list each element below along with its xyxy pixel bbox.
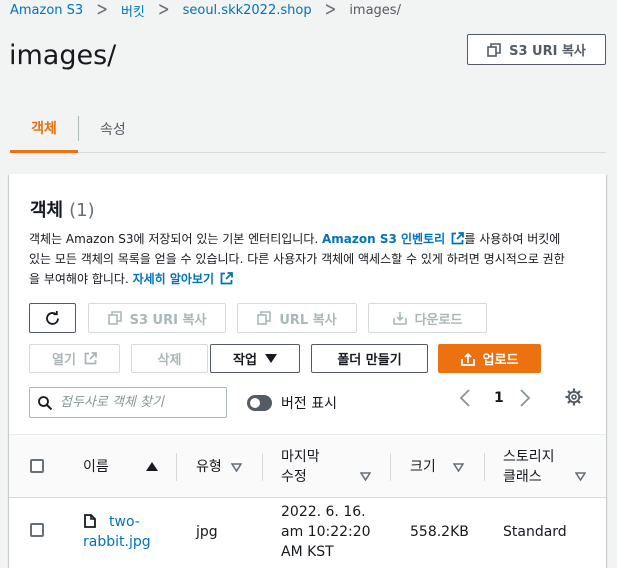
chevron-right-icon[interactable]	[519, 389, 531, 407]
object-last-modified-2: am 10:22:20	[281, 524, 371, 540]
object-last-modified-3: AM KST	[281, 544, 334, 560]
sort-down-icon[interactable]	[360, 472, 371, 481]
column-storage-class[interactable]: 스토리지 클래스	[503, 435, 555, 499]
search-input[interactable]	[60, 395, 215, 410]
refresh-icon	[46, 310, 59, 325]
copy-icon	[107, 311, 122, 325]
copy-s3-uri-button[interactable]: S3 URI 복사	[88, 303, 226, 333]
tab-bar: 객체 속성	[10, 106, 606, 153]
external-link-icon	[220, 272, 234, 285]
object-last-modified-1: 2022. 6. 16.	[281, 504, 366, 520]
copy-url-button[interactable]: URL 복사	[237, 303, 357, 333]
copy-s3-uri-header-button[interactable]: S3 URI 복사	[467, 34, 606, 65]
column-last-modified-label-1: 마지막	[281, 449, 320, 465]
chevron-right-icon: >	[96, 0, 108, 22]
download-label: 다운로드	[414, 312, 463, 328]
sort-down-icon[interactable]	[575, 472, 586, 481]
copy-icon	[257, 311, 272, 325]
object-name-1: two-	[109, 514, 140, 530]
column-divider	[176, 453, 177, 481]
column-size[interactable]: 크기	[410, 435, 436, 499]
delete-label: 삭제	[157, 353, 182, 368]
learn-more-link[interactable]: 자세히 알아보기	[133, 272, 234, 286]
copy-s3-uri-header-label: S3 URI 복사	[509, 44, 586, 59]
column-divider	[390, 453, 391, 481]
upload-label: 업로드	[482, 353, 519, 368]
download-button[interactable]: 다운로드	[368, 303, 487, 333]
file-icon	[84, 514, 96, 528]
table-header: 이름 유형 마지막 수정 크기 스토리지 클래스	[9, 434, 606, 498]
object-name-link-cont[interactable]: rabbit.jpg	[83, 532, 151, 552]
inventory-link[interactable]: Amazon S3 인벤토리	[322, 232, 465, 246]
column-type[interactable]: 유형	[196, 435, 222, 499]
column-size-label: 크기	[410, 459, 436, 475]
column-storage-class-label-1: 스토리지	[503, 449, 555, 465]
caret-down-icon	[264, 354, 277, 363]
column-name[interactable]: 이름	[83, 435, 109, 499]
create-folder-label: 폴더 만들기	[337, 353, 402, 368]
object-size: 558.2KB	[410, 524, 469, 540]
tab-divider	[78, 116, 79, 141]
upload-icon	[460, 352, 475, 366]
table-row: two- rabbit.jpg jpg 2022. 6. 16. am 10:2…	[9, 498, 606, 568]
object-type: jpg	[196, 524, 218, 540]
sort-down-icon[interactable]	[453, 463, 464, 472]
toggle-knob	[250, 398, 260, 408]
breadcrumb-buckets[interactable]: 버킷	[121, 1, 145, 20]
breadcrumb: Amazon S3 > 버킷 > seoul.skk2022.shop > im…	[10, 0, 401, 22]
sort-up-icon[interactable]	[146, 462, 158, 471]
create-folder-button[interactable]: 폴더 만들기	[311, 344, 428, 373]
copy-s3-uri-label: S3 URI 복사	[129, 312, 207, 328]
copy-icon	[487, 42, 501, 57]
show-versions-toggle[interactable]	[247, 395, 272, 411]
page-title: images/	[9, 40, 117, 71]
object-last-modified: 2022. 6. 16. am 10:22:20 AM KST	[281, 502, 371, 562]
tab-objects[interactable]: 객체	[10, 106, 78, 153]
search-box	[29, 387, 227, 418]
objects-panel-header: 객체 (1)	[30, 196, 95, 222]
download-icon	[392, 312, 407, 325]
breadcrumb-current: images/	[349, 2, 401, 18]
description-text-1: 객체는 Amazon S3에 저장되어 있는 기본 엔터티입니다.	[29, 232, 322, 246]
chevron-right-icon: >	[324, 0, 337, 22]
search-icon	[38, 395, 52, 410]
external-link-icon	[84, 352, 97, 365]
object-name-link[interactable]: two-	[109, 512, 140, 532]
actions-label: 작업	[233, 353, 257, 368]
delete-button[interactable]: 삭제	[131, 344, 208, 373]
open-button[interactable]: 열기	[29, 344, 120, 373]
objects-count: (1)	[69, 200, 95, 221]
external-link-icon	[451, 232, 465, 245]
objects-description: 객체는 Amazon S3에 저장되어 있는 기본 엔터티입니다. Amazon…	[29, 229, 574, 289]
chevron-right-icon: >	[157, 0, 170, 22]
open-label: 열기	[52, 353, 76, 368]
column-storage-class-label-2: 클래스	[503, 469, 542, 485]
learn-more-label: 자세히 알아보기	[132, 272, 215, 286]
column-divider	[262, 453, 263, 481]
breadcrumb-amazon-s3[interactable]: Amazon S3	[10, 3, 83, 18]
breadcrumb-bucket[interactable]: seoul.skk2022.shop	[183, 3, 312, 18]
objects-panel: 객체 (1) 객체는 Amazon S3에 저장되어 있는 기본 엔터티입니다. …	[9, 174, 606, 568]
show-versions-label: 버전 표시	[281, 396, 337, 412]
select-all-checkbox[interactable]	[30, 459, 44, 473]
actions-dropdown[interactable]: 작업	[210, 344, 300, 373]
object-storage-class: Standard	[503, 524, 567, 540]
column-type-label: 유형	[196, 459, 222, 475]
chevron-left-icon[interactable]	[459, 389, 471, 407]
column-divider	[484, 453, 485, 481]
object-name-2: rabbit.jpg	[83, 534, 151, 550]
upload-button[interactable]: 업로드	[438, 344, 541, 373]
copy-url-label: URL 복사	[279, 312, 337, 328]
column-name-label: 이름	[83, 459, 109, 475]
column-last-modified[interactable]: 마지막 수정	[281, 435, 320, 499]
inventory-link-label: Amazon S3 인벤토리	[322, 232, 446, 246]
row-checkbox[interactable]	[30, 523, 44, 537]
current-page[interactable]: 1	[494, 390, 504, 406]
tab-properties[interactable]: 속성	[100, 106, 126, 152]
sort-down-icon[interactable]	[231, 463, 242, 472]
column-last-modified-label-2: 수정	[281, 469, 307, 485]
gear-icon[interactable]	[565, 388, 583, 406]
objects-panel-title: 객체	[30, 200, 64, 221]
refresh-button[interactable]	[29, 303, 76, 333]
